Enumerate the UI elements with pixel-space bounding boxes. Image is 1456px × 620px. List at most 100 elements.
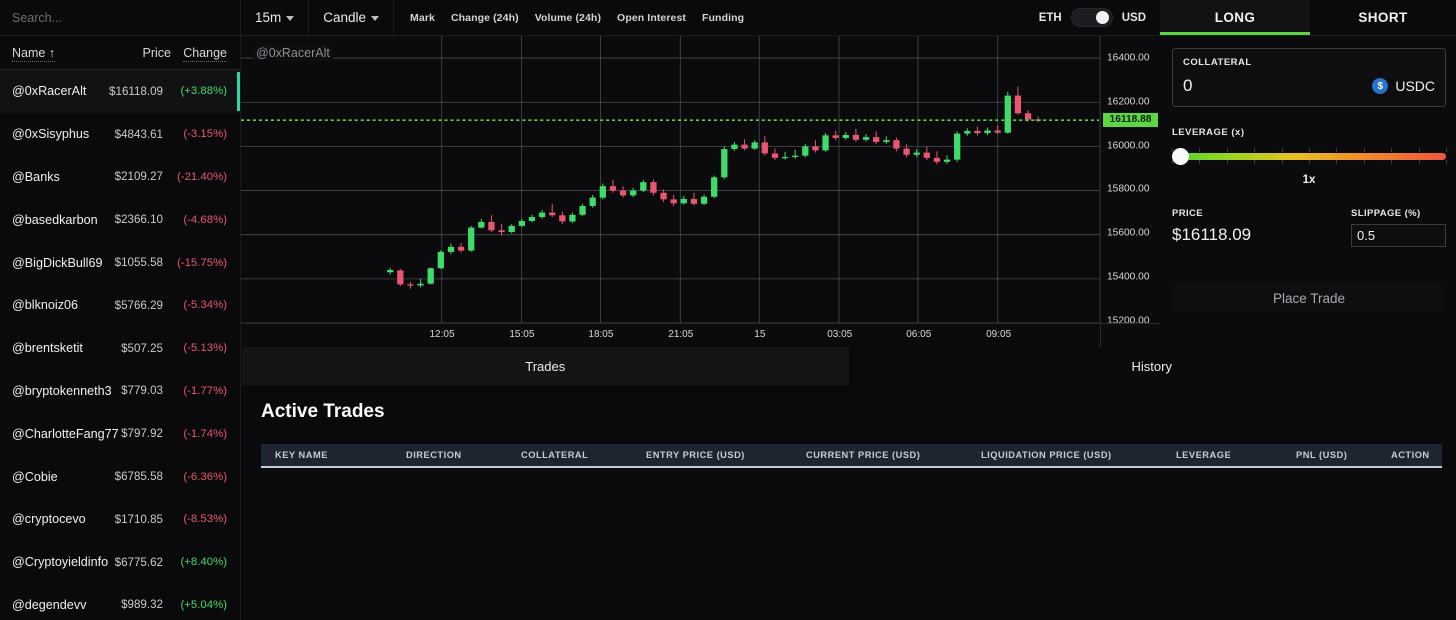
slider-tick [1391, 148, 1392, 152]
price-chart[interactable]: @0xRacerAlt [241, 36, 1100, 323]
search-bar[interactable] [0, 0, 240, 36]
market-row-price: $1055.58 [115, 256, 169, 269]
market-row[interactable]: @brentsketit$507.25(-5.13%) [0, 327, 240, 370]
stat-volume-24h[interactable]: Volume (24h) [535, 12, 601, 24]
market-row[interactable]: @blknoiz06$5766.29(-5.34%) [0, 284, 240, 327]
usdc-coin-icon: $ [1372, 78, 1388, 94]
market-row[interactable]: @0xSisyphus$4843.61(-3.15%) [0, 113, 240, 156]
th-liquidation-price-usd: LIQUIDATION PRICE (USD) [981, 450, 1176, 460]
market-row[interactable]: @Banks$2109.27(-21.40%) [0, 156, 240, 199]
collateral-label: COLLATERAL [1183, 57, 1435, 68]
column-header-name[interactable]: Name ↑ [12, 46, 105, 60]
x-axis-tick: 06:05 [906, 329, 931, 340]
collateral-box[interactable]: COLLATERAL $ USDC [1172, 48, 1446, 107]
market-row-change: (-15.75%) [169, 257, 227, 269]
time-axis: 12:0515:0518:0521:051503:0506:0509:05 [241, 323, 1100, 347]
market-row-price: $2109.27 [115, 170, 169, 183]
market-row-price: $797.92 [121, 427, 169, 440]
interval-selector[interactable]: 15m [241, 0, 309, 36]
chart-container: @0xRacerAlt 16400.0016200.0016000.001580… [241, 36, 1160, 347]
slider-tick [1309, 160, 1310, 164]
collateral-input[interactable] [1183, 76, 1333, 96]
slider-tick [1336, 160, 1337, 164]
market-row[interactable]: @BigDickBull69$1055.58(-15.75%) [0, 241, 240, 284]
stat-funding[interactable]: Funding [702, 12, 744, 24]
tab-short[interactable]: SHORT [1310, 0, 1456, 35]
market-row-name: @degendevv [12, 598, 121, 612]
collateral-token[interactable]: $ USDC [1372, 78, 1435, 94]
market-row[interactable]: @Cobie$6785.58(-6.36%) [0, 455, 240, 498]
market-row-change: (-1.77%) [169, 385, 227, 397]
slider-knob[interactable] [1172, 148, 1189, 165]
market-row-name: @Banks [12, 170, 115, 184]
list-column-headers: Name ↑ Price Change [0, 36, 240, 70]
market-row-price: $2366.10 [115, 213, 169, 226]
tab-trades[interactable]: Trades [242, 347, 849, 385]
y-axis-tick: 16000.00 [1107, 140, 1150, 151]
toggle-label-usd: USD [1122, 12, 1146, 24]
th-leverage: LEVERAGE [1176, 450, 1296, 460]
th-action: ACTION [1391, 450, 1442, 460]
slider-tick [1364, 160, 1365, 164]
slider-tick [1282, 160, 1283, 164]
market-row[interactable]: @CharlotteFang77$797.92(-1.74%) [0, 412, 240, 455]
market-row[interactable]: @degendevv$989.32(+5.04%) [0, 584, 240, 620]
market-sidebar: Name ↑ Price Change @0xRacerAlt$16118.09… [0, 0, 241, 620]
chart-row: @0xRacerAlt 16400.0016200.0016000.001580… [241, 36, 1456, 347]
column-header-change[interactable]: Change [171, 46, 227, 60]
time-axis-spacer [1100, 323, 1160, 347]
x-axis-tick: 15:05 [509, 329, 534, 340]
place-trade-button[interactable]: Place Trade [1172, 283, 1446, 313]
stat-open-interest[interactable]: Open Interest [617, 12, 686, 24]
slider-tick [1199, 148, 1200, 152]
slider-tick [1446, 148, 1447, 152]
tab-long[interactable]: LONG [1160, 0, 1310, 35]
token-label: USDC [1395, 78, 1435, 94]
market-row-name: @basedkarbon [12, 213, 115, 227]
tab-history[interactable]: History [849, 347, 1456, 385]
market-row[interactable]: @0xRacerAlt$16118.09(+3.88%) [0, 70, 240, 113]
slider-track[interactable] [1172, 153, 1446, 160]
th-direction: DIRECTION [406, 450, 521, 460]
market-row[interactable]: @cryptocevo$1710.85(-8.53%) [0, 498, 240, 541]
market-row-change: (-4.68%) [169, 214, 227, 226]
market-row-price: $6785.58 [115, 470, 169, 483]
market-row[interactable]: @basedkarbon$2366.10(-4.68%) [0, 198, 240, 241]
chart-plot-row: @0xRacerAlt 16400.0016200.0016000.001580… [241, 36, 1160, 323]
market-row-change: (-21.40%) [169, 171, 227, 183]
chart-type-selector[interactable]: Candle [309, 0, 394, 36]
stat-change-24h[interactable]: Change (24h) [451, 12, 519, 24]
price-slippage-row: PRICE $16118.09 SLIPPAGE (%) [1172, 208, 1446, 247]
toggle-knob [1096, 11, 1109, 24]
market-row-change: (+8.40%) [169, 556, 227, 568]
slider-tick [1446, 160, 1447, 164]
market-row-change: (-1.74%) [169, 428, 227, 440]
search-input[interactable] [12, 11, 228, 25]
slider-tick [1336, 148, 1337, 152]
market-row-name: @bryptokenneth3 [12, 384, 121, 398]
stat-mark[interactable]: Mark [410, 12, 435, 24]
market-row-price: $1710.85 [115, 513, 169, 526]
currency-toggle-group[interactable]: ETH USD [1029, 0, 1160, 35]
x-axis-tick: 03:05 [827, 329, 852, 340]
active-trades-title: Active Trades [241, 385, 1456, 423]
y-axis-tick: 15600.00 [1107, 228, 1150, 239]
y-axis-tick: 16200.00 [1107, 96, 1150, 107]
market-row[interactable]: @Cryptoyieldinfo$6775.62(+8.40%) [0, 541, 240, 584]
market-list[interactable]: @0xRacerAlt$16118.09(+3.88%)@0xSisyphus$… [0, 70, 240, 620]
price-col: PRICE $16118.09 [1172, 208, 1251, 245]
leverage-slider[interactable] [1172, 148, 1446, 164]
market-row-name: @0xRacerAlt [12, 84, 109, 98]
market-row-change: (-3.15%) [169, 128, 227, 140]
market-row-name: @brentsketit [12, 341, 121, 355]
slippage-input[interactable] [1351, 224, 1446, 247]
market-row-change: (+3.88%) [169, 85, 227, 97]
column-header-price[interactable]: Price [105, 46, 171, 60]
current-price-tag: 16118.88 [1103, 113, 1158, 127]
market-row-change: (-5.13%) [169, 342, 227, 354]
market-row-name: @Cobie [12, 470, 115, 484]
currency-toggle-switch[interactable] [1071, 8, 1113, 27]
market-row[interactable]: @bryptokenneth3$779.03(-1.77%) [0, 370, 240, 413]
market-row-price: $16118.09 [109, 85, 169, 98]
slider-tick [1309, 148, 1310, 152]
